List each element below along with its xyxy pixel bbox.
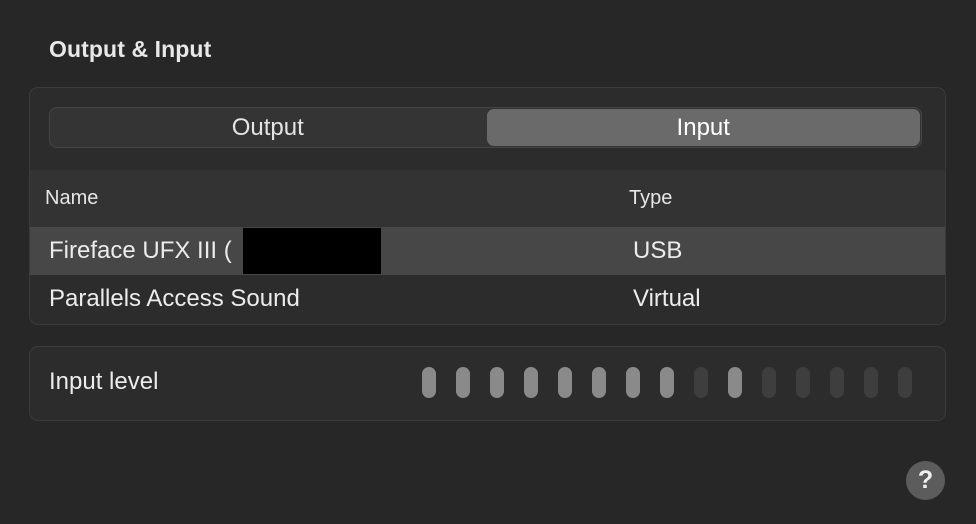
level-led-5 [558,367,572,398]
table-header: Name Type [30,170,945,227]
tab-output[interactable]: Output [51,109,485,146]
device-name: Fireface UFX III ( [49,237,232,264]
level-led-8 [660,367,674,398]
level-led-3 [490,367,504,398]
device-panel: Output Input Name Type Fireface UFX III … [29,87,946,325]
level-led-4 [524,367,538,398]
help-button[interactable]: ? [906,461,945,500]
input-level-panel: Input level [29,346,946,421]
device-type: Virtual [633,285,701,312]
column-header-type[interactable]: Type [629,187,672,210]
device-row-parallels[interactable]: Parallels Access Sound Virtual [30,275,945,323]
device-type: USB [633,237,683,264]
level-led-6 [592,367,606,398]
level-led-9 [694,367,708,398]
level-led-14 [864,367,878,398]
tab-input[interactable]: Input [486,109,920,146]
level-led-11 [762,367,776,398]
device-row-fireface[interactable]: Fireface UFX III ( USB [30,227,945,275]
level-led-15 [898,367,912,398]
level-led-1 [422,367,436,398]
section-title: Output & Input [49,36,212,62]
device-name: Parallels Access Sound [49,285,300,312]
input-level-meter [422,367,912,399]
column-header-name[interactable]: Name [45,187,98,210]
level-led-13 [830,367,844,398]
input-level-label: Input level [49,368,159,395]
level-led-12 [796,367,810,398]
redaction-block [243,228,381,274]
level-led-7 [626,367,640,398]
level-led-2 [456,367,470,398]
output-input-segmented-control: Output Input [49,107,922,148]
level-led-10 [728,367,742,398]
